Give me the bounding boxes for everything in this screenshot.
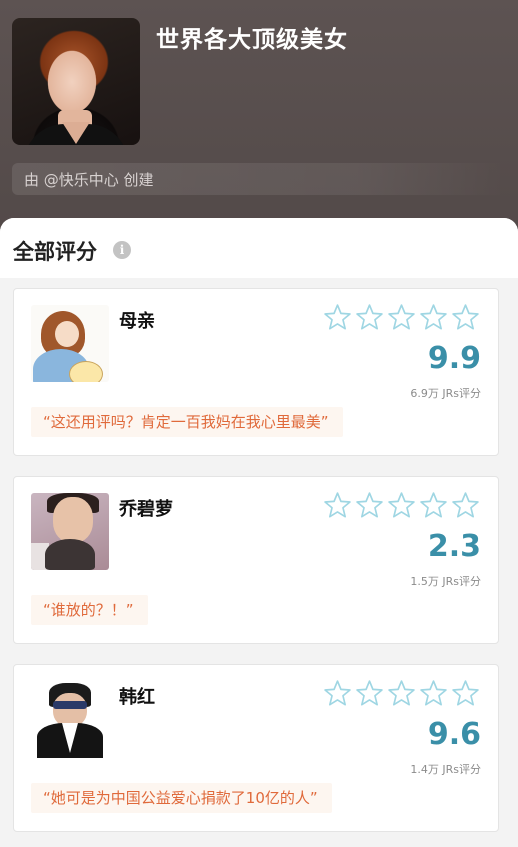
star-icon[interactable] — [451, 491, 480, 519]
page-title: 世界各大顶级美女 — [156, 27, 348, 53]
star-icon[interactable] — [355, 679, 384, 707]
star-icon[interactable] — [323, 679, 352, 707]
star-icon[interactable] — [387, 491, 416, 519]
cover-image[interactable] — [12, 18, 140, 145]
rating-count: 1.5万 JRs评分 — [410, 575, 481, 588]
top-comment[interactable]: “这还用评吗？肯定一百我妈在我心里最美” — [31, 407, 343, 437]
ratings-panel: 全部评分 i 母亲 9.9 6.9万 JRs评分 “这还用评吗？肯定一百我妈在我… — [0, 218, 518, 847]
panel-header: 全部评分 i — [0, 218, 518, 278]
star-rating[interactable] — [323, 303, 480, 331]
panel-title: 全部评分 — [13, 240, 97, 264]
score: 9.6 — [427, 717, 481, 752]
creator-bar[interactable]: 由 @快乐中心 创建 — [12, 163, 506, 195]
item-name: 乔碧萝 — [119, 499, 173, 520]
rating-card[interactable]: 母亲 9.9 6.9万 JRs评分 “这还用评吗？肯定一百我妈在我心里最美” — [13, 288, 499, 456]
star-icon[interactable] — [387, 679, 416, 707]
star-icon[interactable] — [419, 491, 448, 519]
rating-card[interactable]: 乔碧萝 2.3 1.5万 JRs评分 “谁放的？！” — [13, 476, 499, 644]
star-icon[interactable] — [451, 303, 480, 331]
rating-card[interactable]: 韩红 9.6 1.4万 JRs评分 “她可是为中国公益爱心捐款了10亿的人” — [13, 664, 499, 832]
star-icon[interactable] — [355, 303, 384, 331]
item-name: 韩红 — [119, 687, 155, 708]
score: 9.9 — [427, 341, 481, 376]
avatar[interactable] — [31, 305, 109, 382]
star-icon[interactable] — [419, 679, 448, 707]
item-name: 母亲 — [119, 311, 155, 332]
creator-text: 由 @快乐中心 创建 — [24, 171, 154, 189]
star-icon[interactable] — [323, 491, 352, 519]
score: 2.3 — [427, 529, 481, 564]
header: 世界各大顶级美女 由 @快乐中心 创建 — [0, 0, 518, 230]
avatar[interactable] — [31, 493, 109, 570]
top-comment[interactable]: “谁放的？！” — [31, 595, 148, 625]
rating-count: 6.9万 JRs评分 — [410, 387, 481, 400]
star-icon[interactable] — [419, 303, 448, 331]
star-icon[interactable] — [451, 679, 480, 707]
star-rating[interactable] — [323, 679, 480, 707]
avatar[interactable] — [31, 681, 109, 758]
star-rating[interactable] — [323, 491, 480, 519]
star-icon[interactable] — [355, 491, 384, 519]
star-icon[interactable] — [387, 303, 416, 331]
rating-count: 1.4万 JRs评分 — [410, 763, 481, 776]
star-icon[interactable] — [323, 303, 352, 331]
info-icon[interactable]: i — [113, 241, 131, 259]
top-comment[interactable]: “她可是为中国公益爱心捐款了10亿的人” — [31, 783, 332, 813]
